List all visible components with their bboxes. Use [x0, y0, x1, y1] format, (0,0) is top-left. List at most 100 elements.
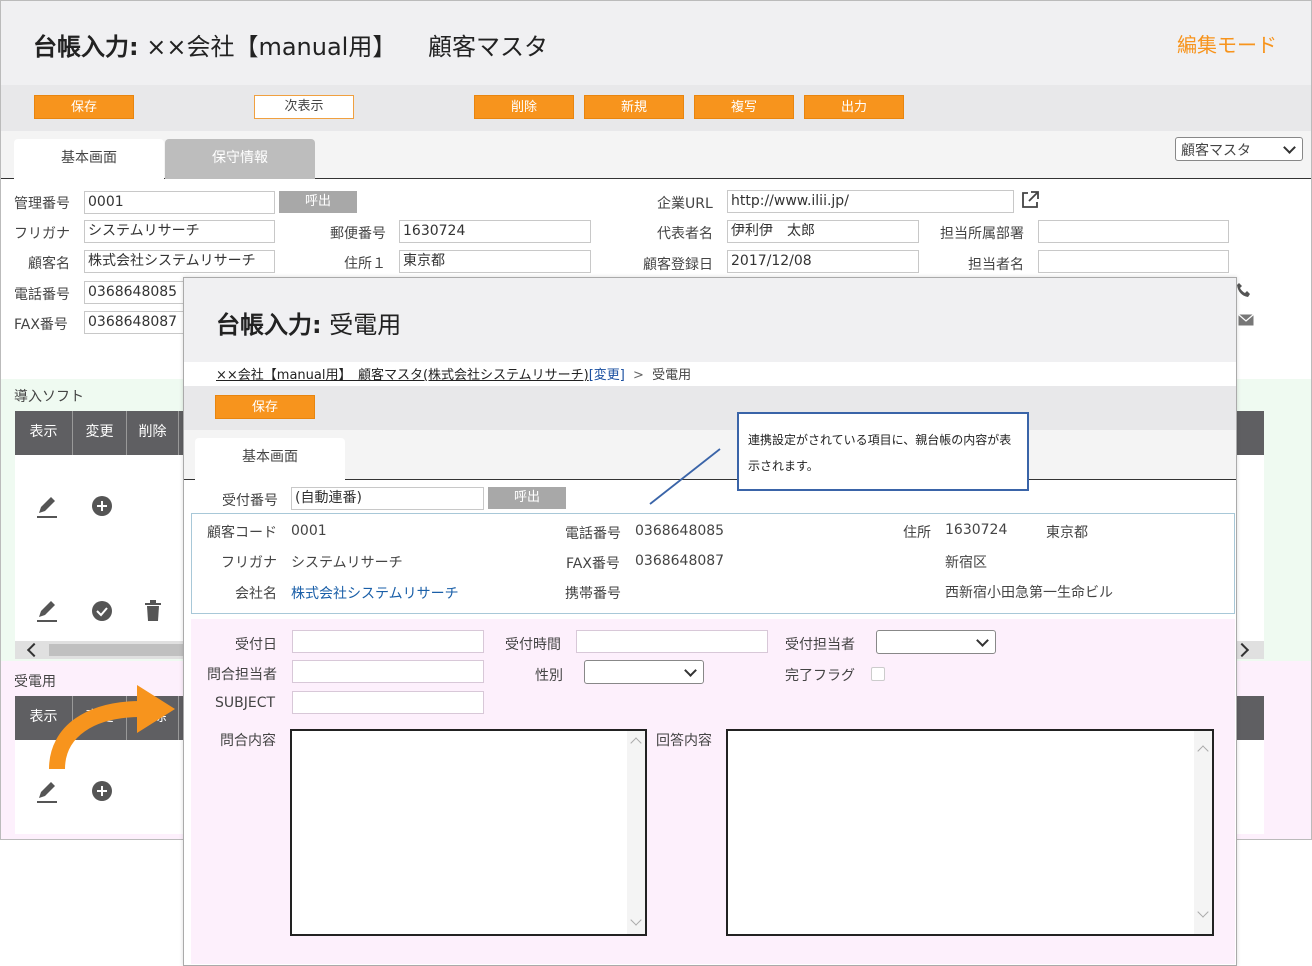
fax-label: FAX番号: [14, 317, 68, 333]
scroll-right-icon[interactable]: [1234, 642, 1250, 658]
copy-button[interactable]: 複写: [694, 95, 794, 119]
mgmt-no-label: 管理番号: [14, 196, 70, 212]
bg-header: 台帳入力: ××会社【manual用】 顧客マスタ 編集モード: [1, 1, 1311, 85]
rep-input[interactable]: 伊利伊 太郎: [727, 220, 919, 243]
tab-maintenance[interactable]: 保守情報: [165, 139, 315, 179]
callout-pointer: [649, 448, 721, 505]
th-delete: 削除: [127, 411, 179, 455]
linked-info-panel: 顧客コード 0001 フリガナ システムリサーチ 会社名 株式会社システムリサー…: [191, 513, 1235, 614]
reg-date-label: 顧客登録日: [643, 257, 713, 273]
bg-call-button[interactable]: 呼出: [279, 191, 357, 213]
kana-input[interactable]: システムリサーチ: [84, 220, 275, 243]
fg-tab-basic[interactable]: 基本画面: [195, 438, 345, 480]
breadcrumb-current: 受電用: [652, 368, 692, 383]
subject-input[interactable]: [292, 691, 484, 714]
url-label: 企業URL: [657, 196, 713, 212]
linked-addr3-value: 西新宿小田急第一生命ビル: [945, 585, 1113, 601]
bg-save-button[interactable]: 保存: [34, 95, 134, 119]
person-input[interactable]: [1038, 250, 1229, 273]
pencil-icon[interactable]: [35, 495, 59, 519]
linked-zip-value: 1630724: [945, 522, 1008, 538]
add-circle-icon[interactable]: [91, 495, 113, 517]
pencil-icon[interactable]: [35, 599, 59, 623]
breadcrumb: ××会社【manual用】 顧客マスタ(株式会社システムリサーチ)[変更] > …: [216, 368, 692, 383]
software-section-title: 導入ソフト: [14, 389, 84, 405]
inquiry-textarea[interactable]: [290, 729, 647, 936]
linked-addr2-value: 新宿区: [945, 555, 987, 571]
receipt-staff-select[interactable]: [876, 630, 996, 654]
breadcrumb-change-link[interactable]: [変更]: [589, 368, 625, 383]
rep-label: 代表者名: [657, 226, 713, 242]
master-select[interactable]: 顧客マスタ: [1175, 137, 1303, 161]
linked-fax-value: 0368648087: [635, 553, 725, 569]
pencil-icon[interactable]: [35, 780, 59, 804]
bg-toolbar: 保存 次表示 削除 新規 複写 出力: [1, 85, 1311, 131]
answer-textarea[interactable]: [726, 729, 1214, 936]
linked-kana-value: システムリサーチ: [291, 555, 403, 571]
next-button[interactable]: 次表示: [254, 95, 354, 119]
chevron-down-icon: [684, 664, 697, 677]
reception-window: 台帳入力: 受電用 ××会社【manual用】 顧客マスタ(株式会社システムリサ…: [183, 277, 1237, 966]
edit-mode-label: 編集モード: [1177, 33, 1277, 57]
customer-code-value: 0001: [291, 523, 327, 539]
zip-label: 郵便番号: [330, 226, 386, 242]
receipt-date-label: 受付日: [235, 637, 277, 653]
phone-icon[interactable]: [1236, 282, 1252, 298]
fg-save-button[interactable]: 保存: [215, 395, 315, 419]
scroll-down-icon[interactable]: [630, 914, 642, 926]
kana-label: フリガナ: [14, 226, 70, 242]
scroll-down-icon[interactable]: [1197, 906, 1209, 918]
company-name-link[interactable]: 株式会社システムリサーチ: [291, 583, 459, 603]
dept-label: 担当所属部署: [940, 226, 1024, 242]
linked-addr1-value: 東京都: [1046, 525, 1088, 541]
breadcrumb-parent-link[interactable]: ××会社【manual用】 顧客マスタ(株式会社システムリサーチ): [216, 368, 589, 383]
receipt-no-label: 受付番号: [222, 493, 278, 509]
name-label: 顧客名: [28, 256, 70, 272]
zip-input[interactable]: 1630724: [399, 220, 591, 243]
scroll-thumb[interactable]: [49, 644, 189, 656]
receipt-time-input[interactable]: [576, 630, 768, 653]
tab-basic[interactable]: 基本画面: [14, 139, 164, 179]
gender-select[interactable]: [584, 660, 704, 684]
receipt-staff-label: 受付担当者: [785, 637, 855, 653]
bg-tabbar: 基本画面 保守情報 顧客マスタ: [1, 131, 1311, 179]
bg-page-title: 台帳入力: ××会社【manual用】 顧客マスタ: [33, 33, 548, 61]
url-input[interactable]: http://www.ilii.jp/: [727, 190, 1014, 213]
receipt-date-input[interactable]: [292, 630, 484, 653]
addr-input[interactable]: 東京都: [399, 250, 591, 273]
chevron-down-icon: [1283, 141, 1296, 154]
new-button[interactable]: 新規: [584, 95, 684, 119]
mail-icon[interactable]: [1238, 314, 1254, 326]
scroll-up-icon[interactable]: [1197, 745, 1209, 757]
linked-kana-label: フリガナ: [221, 555, 277, 571]
scroll-up-icon[interactable]: [630, 737, 642, 749]
mgmt-no-input[interactable]: 0001: [84, 191, 275, 214]
dept-input[interactable]: [1038, 220, 1229, 243]
done-flag-label: 完了フラグ: [785, 668, 855, 684]
name-input[interactable]: 株式会社システムリサーチ: [84, 250, 275, 273]
delete-button[interactable]: 削除: [474, 95, 574, 119]
scroll-left-icon[interactable]: [26, 642, 42, 658]
inquiry-label: 問合内容: [220, 733, 276, 749]
receipt-no-input[interactable]: (自動連番): [291, 487, 484, 510]
fg-call-button[interactable]: 呼出: [488, 487, 566, 509]
inquiry-scrollbar[interactable]: [627, 731, 645, 934]
trash-icon[interactable]: [144, 600, 162, 622]
inquirer-input[interactable]: [292, 660, 484, 683]
linked-fax-label: FAX番号: [566, 556, 620, 572]
answer-scrollbar[interactable]: [1194, 731, 1212, 934]
chevron-down-icon: [976, 634, 989, 647]
company-name-label: 会社名: [235, 586, 277, 602]
reg-date-input[interactable]: 2017/12/08: [727, 250, 919, 273]
output-button[interactable]: 出力: [804, 95, 904, 119]
mobile-label: 携帯番号: [565, 586, 621, 602]
linked-tel-value: 0368648085: [635, 523, 725, 539]
customer-code-label: 顧客コード: [207, 525, 277, 541]
addr-label: 住所１: [344, 256, 386, 272]
inquirer-label: 問合担当者: [207, 667, 277, 683]
check-circle-icon[interactable]: [91, 600, 113, 622]
external-link-icon[interactable]: [1020, 190, 1040, 210]
fg-page-title: 台帳入力: 受電用: [216, 311, 402, 339]
done-flag-checkbox[interactable]: [871, 667, 885, 681]
add-circle-icon[interactable]: [91, 780, 113, 802]
